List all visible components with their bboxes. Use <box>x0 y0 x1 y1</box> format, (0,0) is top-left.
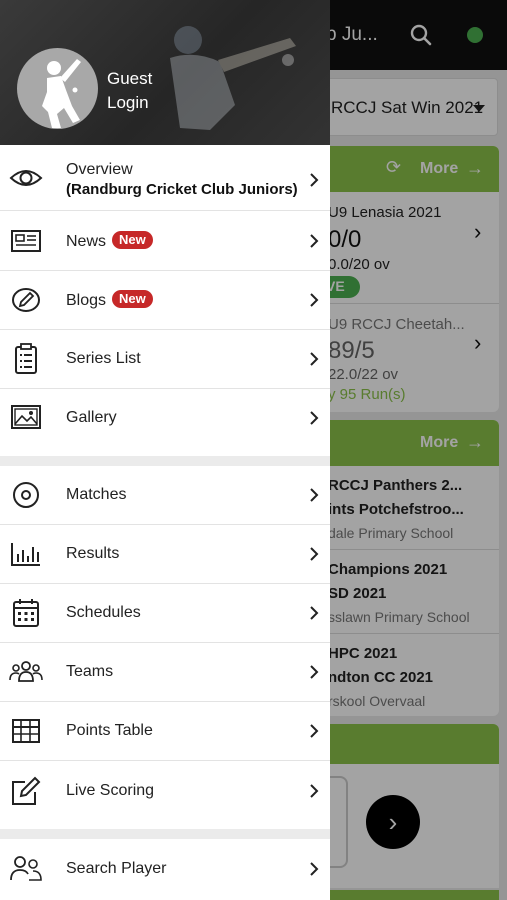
section-divider <box>0 456 330 466</box>
search-player-icon <box>10 856 42 881</box>
chevron-right-icon <box>310 724 319 738</box>
bar-chart-icon <box>11 543 40 566</box>
menu-item-label: Teams <box>66 663 114 680</box>
edit-icon <box>12 776 41 805</box>
menu-item-label: Matches <box>66 486 127 503</box>
guest-label: Guest <box>107 69 153 88</box>
menu-item-search-player[interactable]: Search Player <box>0 839 330 900</box>
menu-item-schedules[interactable]: Schedules <box>0 584 330 643</box>
menu-item-label: Series List <box>66 350 141 367</box>
target-icon <box>13 482 39 508</box>
clipboard-list-icon <box>15 343 37 374</box>
chevron-right-icon <box>310 547 319 561</box>
table-icon <box>12 719 40 743</box>
chevron-right-icon <box>310 293 319 307</box>
pen-icon <box>12 288 40 312</box>
menu-item-sublabel: (Randburg Cricket Club Juniors) <box>66 181 298 198</box>
avatar[interactable] <box>17 48 98 129</box>
menu-item-news[interactable]: News New <box>0 211 330 271</box>
navigation-drawer: Guest Login Overview (Randburg Cricket C… <box>0 0 330 900</box>
login-link[interactable]: Login <box>107 91 149 115</box>
menu-item-label: Results <box>66 545 120 562</box>
menu-item-teams[interactable]: Teams <box>0 643 330 702</box>
chevron-right-icon <box>310 234 319 248</box>
menu-item-points-table[interactable]: Points Table <box>0 702 330 761</box>
chevron-right-icon <box>310 862 319 876</box>
new-badge: New <box>112 290 153 308</box>
chevron-right-icon <box>310 665 319 679</box>
section-divider <box>0 829 330 839</box>
drawer-header: Guest Login <box>0 0 330 145</box>
menu-item-label: Overview <box>66 161 133 178</box>
menu-item-overview[interactable]: Overview (Randburg Cricket Club Juniors) <box>0 145 330 211</box>
menu-item-label: Points Table <box>66 722 153 739</box>
menu-item-label: News <box>66 233 107 250</box>
chevron-right-icon <box>310 352 319 366</box>
chevron-right-icon <box>310 173 319 187</box>
menu-item-label-wrap: Blogs New <box>66 290 153 310</box>
menu-item-series-list[interactable]: Series List <box>0 330 330 389</box>
menu-item-label: Schedules <box>66 604 141 621</box>
menu-item-matches[interactable]: Matches <box>0 466 330 525</box>
menu-item-label: Live Scoring <box>66 782 155 799</box>
newspaper-icon <box>11 230 41 252</box>
chevron-right-icon <box>310 411 319 425</box>
menu-item-blogs[interactable]: Blogs New <box>0 271 330 330</box>
menu-item-label: Gallery <box>66 409 117 426</box>
menu-item-label: Search Player <box>66 860 167 877</box>
new-badge: New <box>112 231 153 249</box>
menu-item-results[interactable]: Results <box>0 525 330 584</box>
menu-item-gallery[interactable]: Gallery <box>0 389 330 448</box>
chevron-right-icon <box>310 488 319 502</box>
chevron-right-icon <box>310 784 319 798</box>
cricket-player-photo <box>170 26 296 130</box>
menu-item-label-wrap: News New <box>66 231 153 251</box>
menu-item-live-scoring[interactable]: Live Scoring <box>0 761 330 821</box>
menu-item-label: Blogs <box>66 292 107 309</box>
gallery-icon <box>11 405 41 429</box>
calendar-icon <box>13 599 39 627</box>
chevron-right-icon <box>310 606 319 620</box>
eye-icon <box>9 170 43 186</box>
team-icon <box>9 661 43 682</box>
